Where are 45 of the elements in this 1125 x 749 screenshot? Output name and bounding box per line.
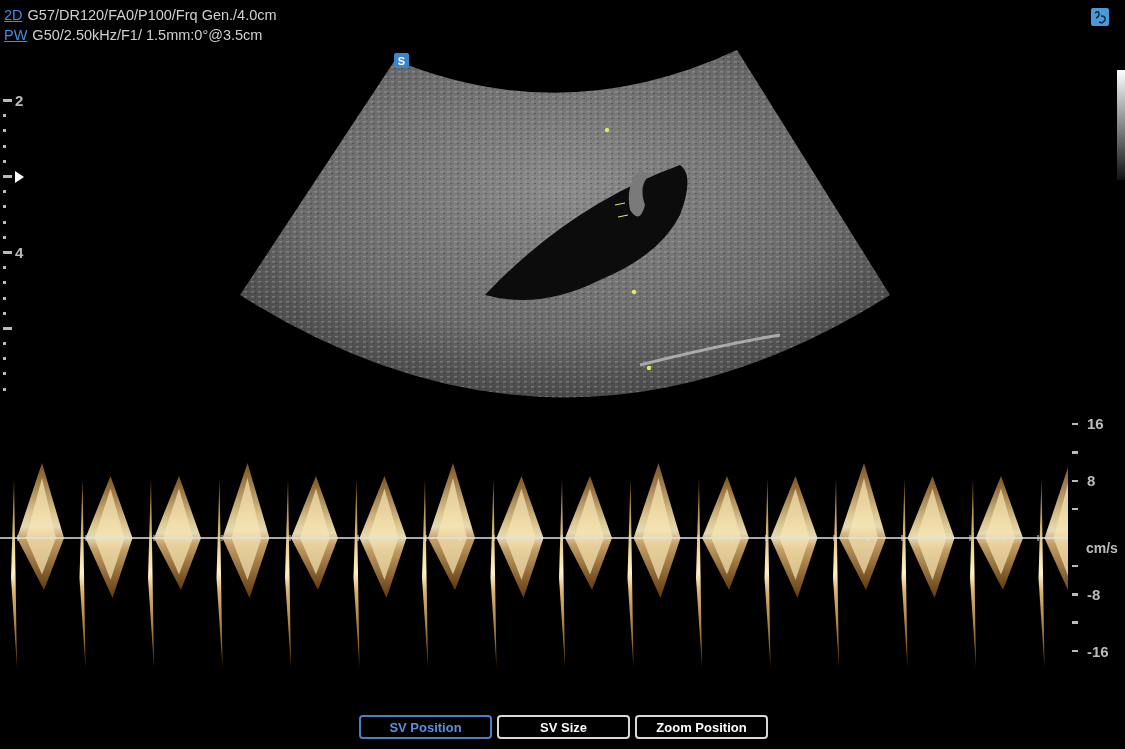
mode-label: PW	[4, 26, 28, 45]
scale-tick	[3, 311, 6, 315]
scale-tick	[3, 99, 12, 103]
velocity-label: 16	[1087, 415, 1104, 433]
imaging-parameters: G57/DR120/FA0/P100/Frq Gen./4.0cm	[27, 6, 277, 25]
logo-icon	[1091, 8, 1109, 26]
scale-tick	[3, 114, 6, 118]
scale-tick	[3, 357, 6, 361]
softkey-button[interactable]: SV Size	[497, 715, 630, 739]
focus-marker-icon	[15, 170, 24, 183]
velocity-label: 8	[1087, 472, 1096, 490]
scale-tick	[3, 296, 6, 300]
scale-tick	[1072, 451, 1078, 454]
scale-tick	[3, 190, 6, 194]
scale-tick	[3, 266, 6, 270]
imaging-parameters: G50/2.50kHz/F1/ 1.5mm:0°@3.5cm	[32, 26, 263, 45]
scale-tick	[1072, 621, 1078, 624]
velocity-unit: cm/s	[1086, 538, 1118, 556]
scale-tick	[3, 175, 12, 179]
scale-tick	[1072, 564, 1078, 568]
scale-tick	[3, 326, 12, 330]
scale-tick	[3, 372, 6, 376]
scale-tick	[1072, 507, 1078, 511]
scale-tick	[3, 129, 6, 133]
velocity-label: -8	[1087, 585, 1101, 603]
scale-tick	[3, 159, 6, 163]
scale-tick	[1072, 649, 1078, 653]
scale-tick	[3, 250, 12, 254]
scale-tick	[3, 235, 6, 239]
badge-icon: S	[394, 53, 409, 68]
scale-tick	[3, 220, 6, 224]
scale-tick	[1072, 593, 1078, 596]
depth-label: 4	[15, 244, 24, 260]
depth-label: 2	[15, 93, 24, 109]
softkey-button[interactable]: SV Position	[359, 715, 492, 739]
scale-tick	[3, 144, 6, 148]
scale-tick	[1072, 422, 1078, 426]
mode-label: 2D	[4, 6, 23, 25]
scale-tick	[3, 205, 6, 209]
scale-tick	[1072, 479, 1078, 482]
velocity-label: -16	[1087, 642, 1109, 660]
scale-tick	[3, 281, 6, 285]
scale-tick	[3, 387, 6, 391]
softkey-button[interactable]: Zoom Position	[635, 715, 768, 739]
scale-tick	[3, 342, 6, 346]
